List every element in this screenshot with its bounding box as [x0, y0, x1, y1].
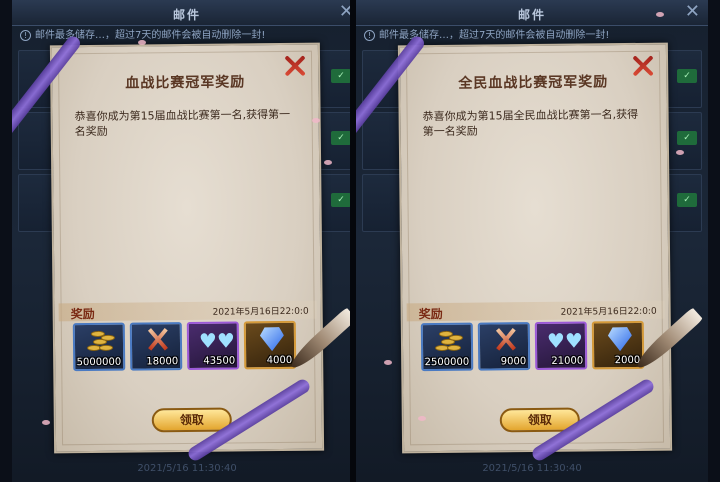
- reward-quantity: 9000: [500, 356, 527, 368]
- reward-quantity: 5000000: [76, 356, 122, 369]
- crossed-swords-icon: [494, 326, 518, 352]
- list-item-date: 2021/5/16 11:30:40: [137, 463, 237, 474]
- status-badge: ✓: [331, 69, 351, 83]
- petal-decoration: [676, 150, 684, 155]
- mail-body: 恭喜你成为第15届血战比赛第一名,获得第一名奖励: [74, 107, 291, 139]
- status-badge: ✓: [331, 193, 351, 207]
- reward-quantity: 43500: [203, 355, 236, 367]
- diamond-icon: [260, 327, 284, 351]
- diamond-icon: [608, 327, 632, 351]
- mail-date: 2021年5月16日22:0:0: [560, 306, 657, 318]
- blue-hearts-icon: ♥♥: [546, 328, 583, 353]
- reward-quantity: 18000: [146, 356, 179, 368]
- window-header: 邮件 ✕: [12, 0, 362, 26]
- reward-quantity: 4000: [266, 354, 293, 367]
- reward-list: 2500000 9000 ♥♥ 21000 2000: [420, 320, 645, 372]
- petal-decoration: [312, 118, 320, 123]
- reward-quantity: 2500000: [424, 356, 470, 369]
- petal-decoration: [418, 416, 426, 421]
- mail-window-right: 邮件 ✕ ! 邮件最多储存…，超过7天的邮件会被自动删除一封! ✓ ✓ ✓ 202…: [356, 0, 708, 482]
- info-icon: !: [20, 30, 31, 41]
- reward-slot-hearts[interactable]: ♥♥ 43500: [186, 321, 240, 371]
- status-badge: ✓: [677, 69, 697, 83]
- reward-slot-swords[interactable]: 9000: [477, 322, 531, 371]
- status-badge: ✓: [677, 193, 697, 207]
- reward-label: 奖励: [70, 306, 95, 322]
- reward-slot-hearts[interactable]: ♥♥ 21000: [534, 321, 588, 371]
- blue-hearts-icon: ♥♥: [198, 328, 235, 353]
- mail-body: 恭喜你成为第15届全民血战比赛第一名,获得第一名奖励: [422, 107, 639, 139]
- status-badge: ✓: [331, 131, 351, 145]
- info-icon: !: [364, 30, 375, 41]
- mail-date: 2021年5月16日22:0:0: [212, 306, 309, 318]
- mail-title: 全民血战比赛冠军奖励: [458, 74, 609, 92]
- petal-decoration: [656, 12, 664, 17]
- reward-slot-diamond[interactable]: 4000: [243, 320, 297, 370]
- reward-header: 奖励 2021年5月16日22:0:0: [58, 300, 317, 322]
- petal-decoration: [42, 420, 50, 425]
- window-close-icon[interactable]: ✕: [685, 2, 700, 22]
- reward-slot-gold[interactable]: 2500000: [420, 322, 474, 372]
- petal-decoration: [384, 360, 392, 365]
- mail-window-left: 邮件 ✕ ! 邮件最多储存…，超过7天的邮件会被自动删除一封! ✓ ✓ ✓ 202…: [12, 0, 362, 482]
- petal-decoration: [138, 40, 146, 45]
- reward-slot-diamond[interactable]: 2000: [591, 320, 645, 370]
- mail-title: 血战比赛冠军奖励: [125, 74, 246, 92]
- status-badge: ✓: [677, 131, 697, 145]
- reward-quantity: 21000: [551, 355, 584, 367]
- list-item-date: 2021/5/16 11:30:40: [482, 463, 582, 474]
- reward-slot-swords[interactable]: 18000: [129, 322, 183, 371]
- crossed-swords-icon: [146, 326, 170, 352]
- reward-label: 奖励: [418, 306, 443, 322]
- window-title: 邮件: [172, 8, 201, 22]
- petal-decoration: [324, 160, 332, 165]
- gold-coins-icon: [87, 329, 115, 353]
- reward-header: 奖励 2021年5月16日22:0:0: [406, 300, 665, 322]
- reward-slot-gold[interactable]: 5000000: [72, 322, 126, 372]
- reward-list: 5000000 18000 ♥♥ 43500 4000: [72, 320, 297, 372]
- gold-coins-icon: [435, 329, 463, 353]
